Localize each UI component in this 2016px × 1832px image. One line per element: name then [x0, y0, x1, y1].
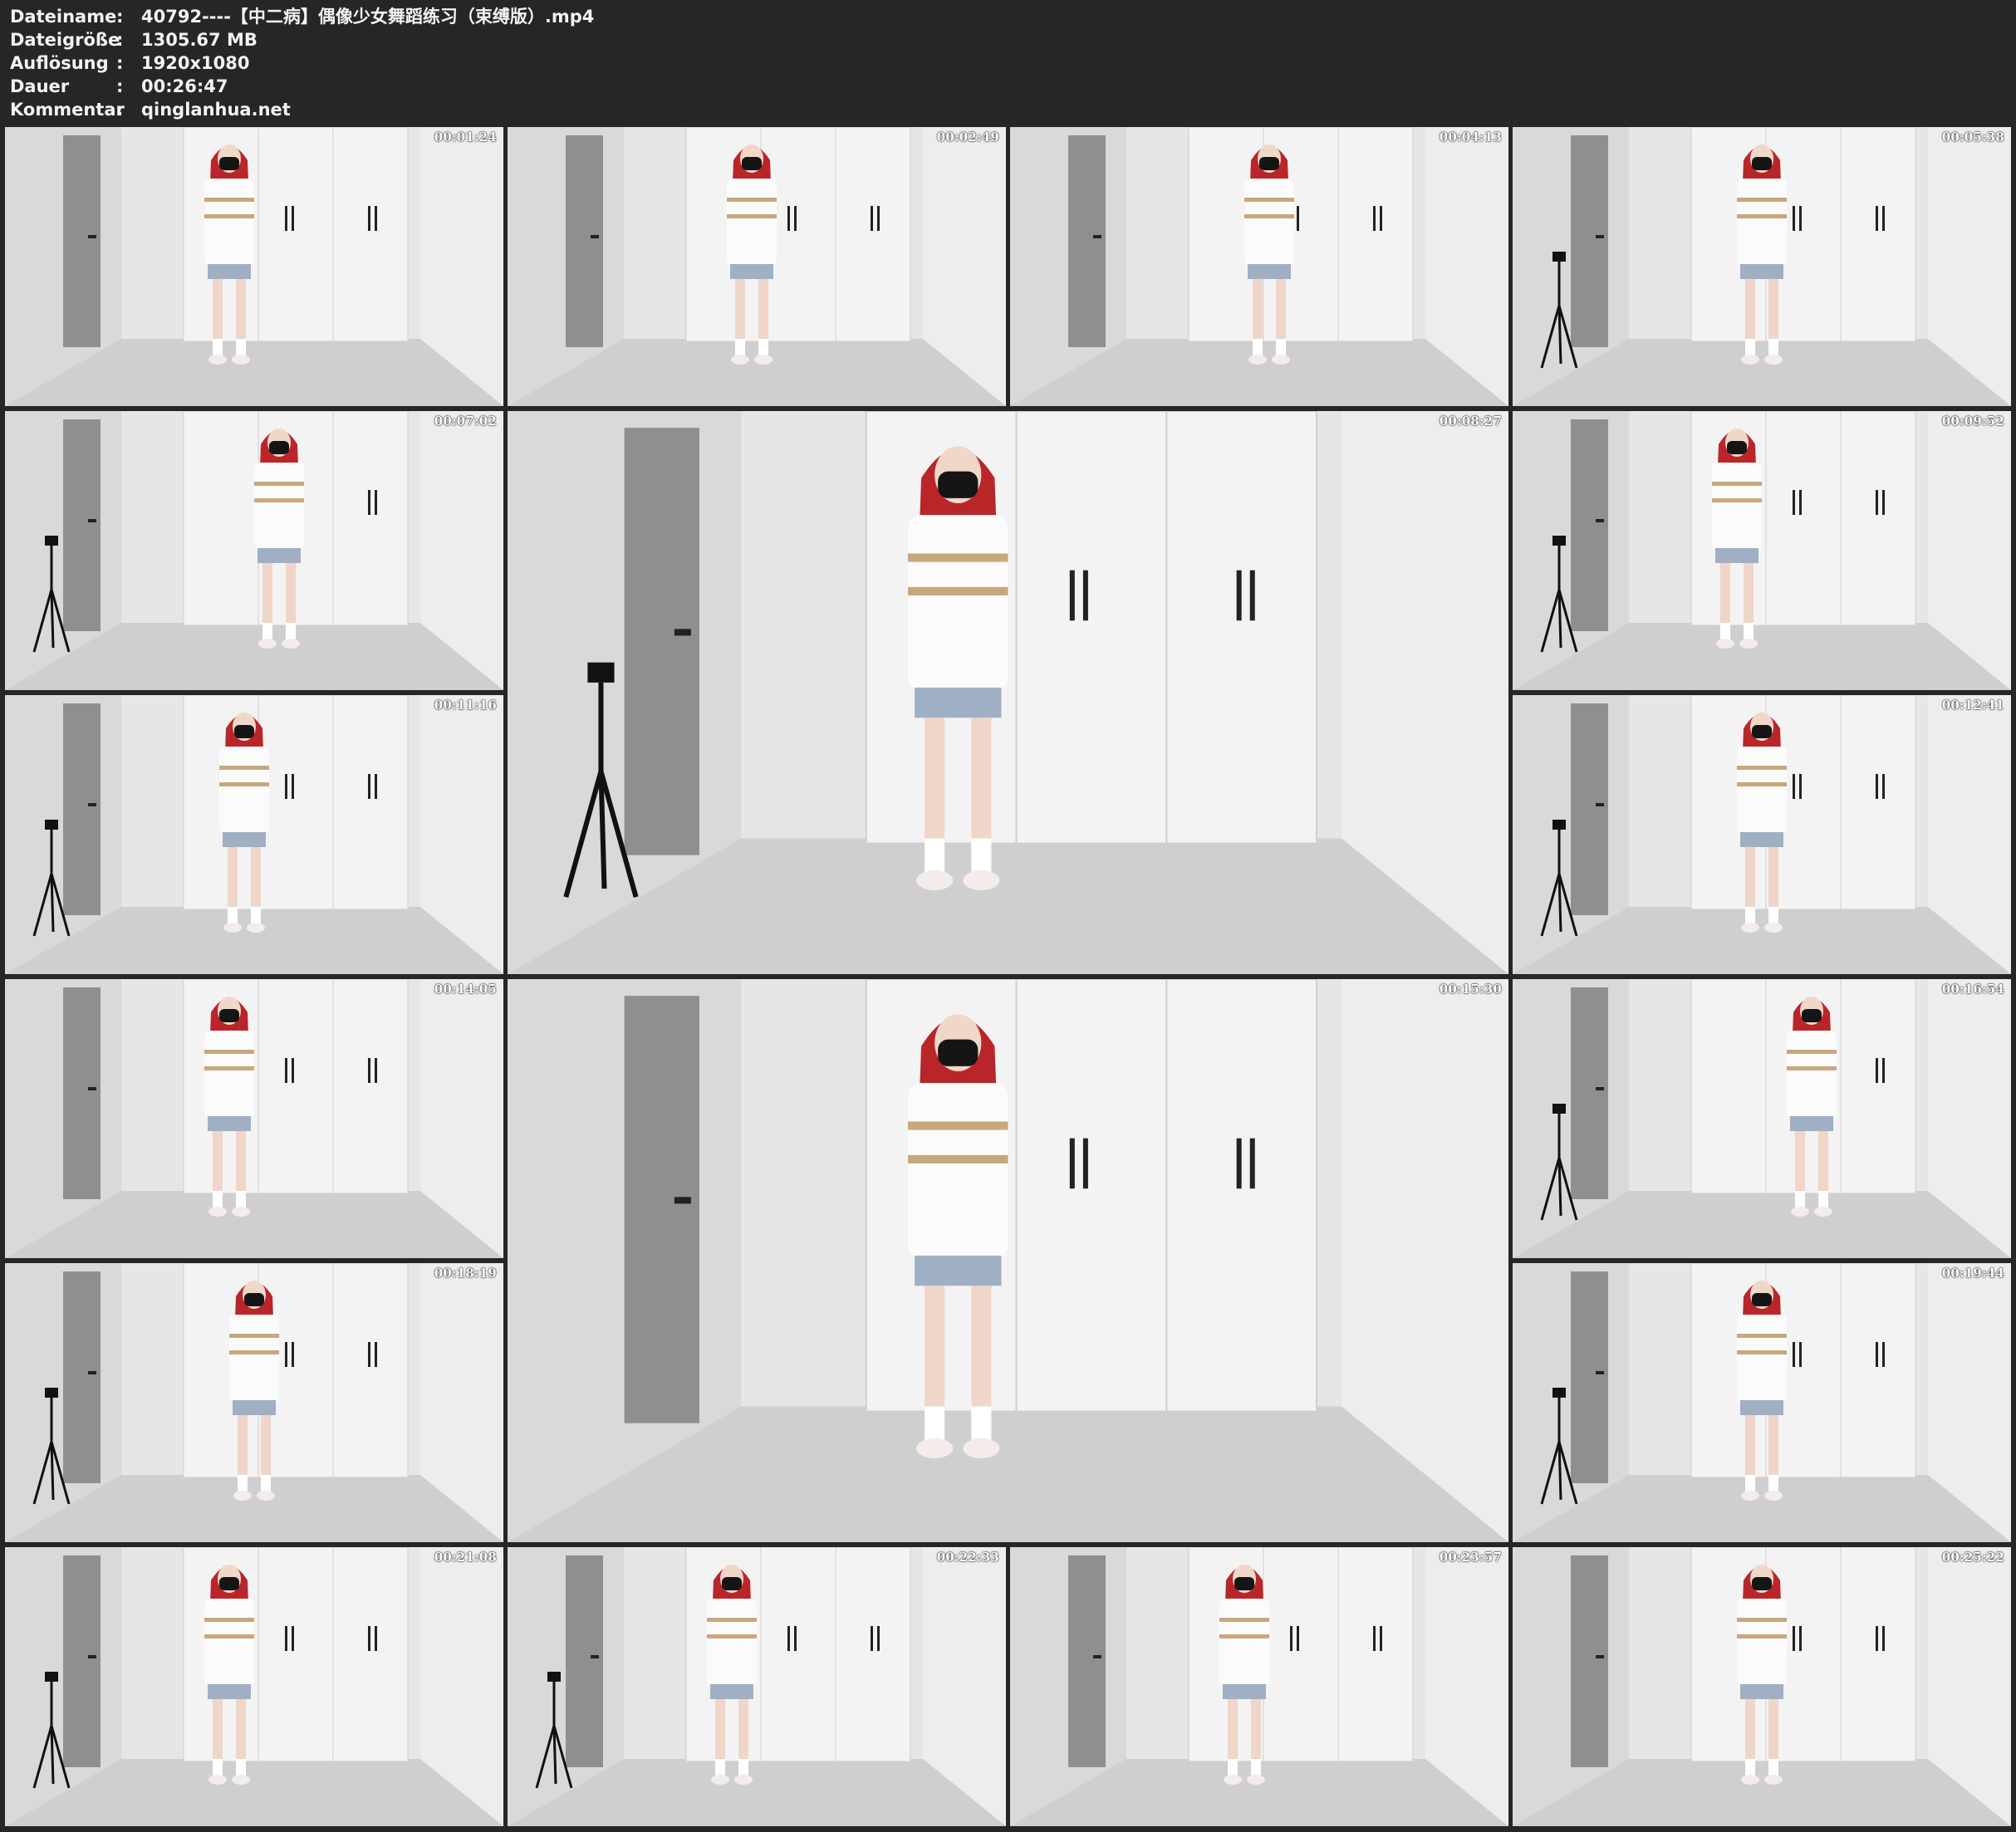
video-thumbnail[interactable]: 00:01:24 [5, 127, 503, 406]
info-label: Dauer [10, 76, 70, 96]
info-separator: : [116, 53, 124, 73]
scene-image [1513, 979, 2011, 1258]
info-value: 1305.67 MB [141, 30, 258, 50]
info-value: 00:26:47 [141, 76, 228, 96]
info-value: 1920x1080 [141, 53, 250, 73]
video-thumbnail[interactable]: 00:23:57 [1010, 1547, 1508, 1826]
info-row-comment: Kommentar : qinglanhua.net [10, 98, 594, 121]
video-thumbnail[interactable]: 00:15:30 [508, 979, 1508, 1542]
scene-image [5, 127, 503, 406]
scene-image [1513, 1263, 2011, 1542]
video-thumbnail[interactable]: 00:12:41 [1513, 695, 2011, 974]
thumbnail-timestamp: 00:16:54 [1941, 982, 2004, 997]
info-row-filesize: Dateigröße : 1305.67 MB [10, 28, 594, 51]
info-label: Dateigröße [10, 30, 120, 50]
scene-image [1010, 1547, 1508, 1826]
thumbnail-timestamp: 00:05:38 [1941, 130, 2004, 145]
thumbnail-timestamp: 00:25:22 [1941, 1550, 2004, 1565]
scene-image [5, 411, 503, 690]
scene-image [1513, 1547, 2011, 1826]
video-thumbnail[interactable]: 00:08:27 [508, 411, 1508, 974]
scene-image [1513, 411, 2011, 690]
thumbnail-timestamp: 00:09:52 [1941, 414, 2004, 429]
thumbnail-timestamp: 00:01:24 [434, 130, 497, 145]
info-separator: : [116, 76, 124, 96]
video-thumbnail[interactable]: 00:14:05 [5, 979, 503, 1258]
scene-image [508, 1547, 1006, 1826]
scene-image [5, 1547, 503, 1826]
thumbnail-timestamp: 00:04:13 [1439, 130, 1502, 145]
thumbnail-timestamp: 00:23:57 [1439, 1550, 1502, 1565]
video-thumbnail[interactable]: 00:02:49 [508, 127, 1006, 406]
thumbnail-timestamp: 00:07:02 [434, 414, 497, 429]
video-thumbnail[interactable]: 00:21:08 [5, 1547, 503, 1826]
video-thumbnail[interactable]: 00:19:44 [1513, 1263, 2011, 1542]
info-label: Dateiname [10, 7, 117, 27]
info-separator: : [116, 7, 124, 27]
video-thumbnail[interactable]: 00:05:38 [1513, 127, 2011, 406]
thumbnail-timestamp: 00:22:33 [936, 1550, 999, 1565]
video-thumbnail[interactable]: 00:22:33 [508, 1547, 1006, 1826]
info-value: qinglanhua.net [141, 100, 291, 120]
video-thumbnail[interactable]: 00:07:02 [5, 411, 503, 690]
thumbnail-timestamp: 00:02:49 [936, 130, 999, 145]
video-thumbnail[interactable]: 00:09:52 [1513, 411, 2011, 690]
video-thumbnail[interactable]: 00:18:19 [5, 1263, 503, 1542]
info-separator: : [116, 30, 124, 50]
info-separator: : [116, 100, 124, 120]
thumbnail-timestamp: 00:15:30 [1439, 982, 1502, 997]
thumbnail-timestamp: 00:08:27 [1439, 414, 1502, 429]
scene-image [1010, 127, 1508, 406]
info-value: 40792----【中二病】偶像少女舞蹈练习（束缚版）.mp4 [141, 7, 595, 27]
scene-image [508, 979, 1508, 1542]
info-label: Kommentar [10, 100, 125, 120]
video-thumbnail[interactable]: 00:04:13 [1010, 127, 1508, 406]
video-thumbnail[interactable]: 00:25:22 [1513, 1547, 2011, 1826]
thumbnail-timestamp: 00:21:08 [434, 1550, 497, 1565]
thumbnail-timestamp: 00:12:41 [1941, 698, 2004, 713]
scene-image [1513, 127, 2011, 406]
scene-image [508, 127, 1006, 406]
info-row-duration: Dauer : 00:26:47 [10, 75, 594, 98]
file-info-header: Dateiname : 40792----【中二病】偶像少女舞蹈练习（束缚版）.… [10, 5, 594, 121]
thumbnail-timestamp: 00:14:05 [434, 982, 497, 997]
thumbnail-timestamp: 00:18:19 [434, 1266, 497, 1281]
info-row-resolution: Auflösung : 1920x1080 [10, 51, 594, 75]
scene-image [508, 411, 1508, 974]
info-label: Auflösung [10, 53, 109, 73]
video-thumbnail[interactable]: 00:16:54 [1513, 979, 2011, 1258]
thumbnail-timestamp: 00:11:16 [434, 698, 497, 713]
info-row-filename: Dateiname : 40792----【中二病】偶像少女舞蹈练习（束缚版）.… [10, 5, 594, 28]
thumbnail-timestamp: 00:19:44 [1941, 1266, 2004, 1281]
video-thumbnail[interactable]: 00:11:16 [5, 695, 503, 974]
scene-image [5, 979, 503, 1258]
scene-image [5, 695, 503, 974]
scene-image [5, 1263, 503, 1542]
scene-image [1513, 695, 2011, 974]
